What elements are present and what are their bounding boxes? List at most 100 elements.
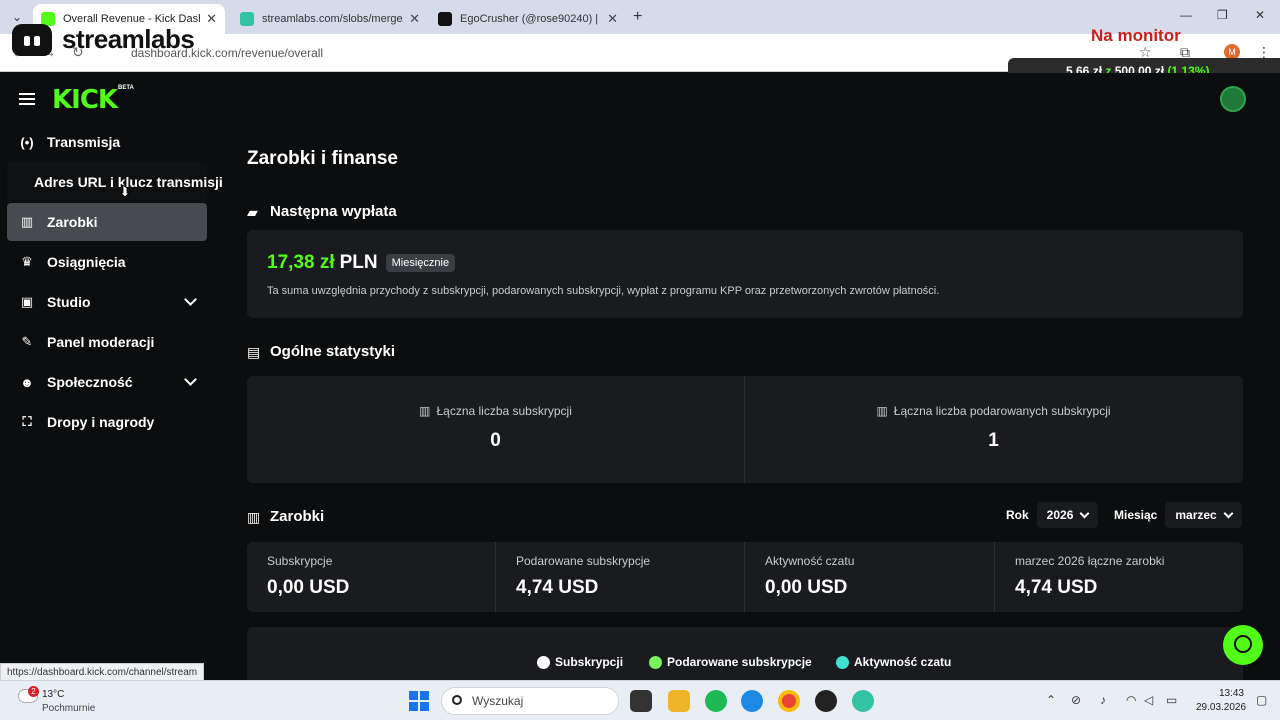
month-label: Miesiąc (1114, 508, 1158, 522)
next-payout-card (247, 230, 1243, 318)
microphone-icon[interactable]: ♪ (1100, 693, 1106, 707)
section-title-text: Następna wypłata (270, 203, 397, 220)
payout-currency: PLN (339, 252, 378, 273)
sidebar-item-label: Studio (47, 294, 91, 310)
chevron-down-icon (1079, 508, 1090, 518)
support-chat-button[interactable] (1223, 625, 1263, 665)
close-window-icon[interactable]: ✕ (1255, 8, 1265, 22)
search-icon (452, 695, 462, 705)
earnings-chat-activity: Aktywność czatu 0,00 USD (745, 542, 993, 612)
chart-icon: ▥ (247, 508, 261, 525)
notification-badge: 2 (28, 686, 39, 697)
studio-icon: ▣ (20, 294, 34, 309)
sidebar-item-label: Osiągnięcia (47, 254, 126, 270)
sidebar-item-panel-moderacji[interactable]: ✎ Panel moderacji (7, 323, 207, 361)
streamlabs-favicon-icon (240, 12, 254, 26)
streamlabs-icon[interactable] (852, 690, 874, 712)
battery-icon[interactable]: ▭ (1166, 693, 1177, 707)
network-off-icon[interactable]: ⊘ (1071, 693, 1081, 707)
tiktok-favicon-icon (438, 12, 452, 26)
sidebar-item-spolecznosc[interactable]: ☻ Społeczność (7, 363, 207, 401)
taskbar-search[interactable]: Wyszukaj (441, 687, 619, 715)
user-avatar[interactable] (1220, 86, 1246, 112)
payout-frequency-badge: Miesięcznie (385, 254, 456, 272)
notifications-icon[interactable]: ▢ (1256, 693, 1267, 707)
show-hidden-icons-icon[interactable]: ⌃ (1046, 693, 1056, 707)
sidebar-item-label: Transmisja (47, 134, 121, 150)
file-explorer-icon[interactable] (668, 690, 690, 712)
legend-item[interactable]: Aktywność czatu (836, 655, 951, 669)
earnings-label: Subskrypcje (267, 554, 333, 568)
sidebar-item-transmisja[interactable]: (•) Transmisja (7, 123, 207, 161)
dashboard-page: KICK BETA (•) Transmisja Adres URL i klu… (0, 73, 1280, 687)
month-value: marzec (1175, 508, 1217, 522)
chevron-down-icon[interactable] (184, 293, 197, 306)
chart-icon: ▥ (20, 214, 34, 229)
trophy-icon: ♛ (21, 254, 33, 269)
section-title-text: Ogólne statystyki (270, 343, 396, 360)
hamburger-menu-icon[interactable] (19, 93, 35, 105)
clock-time: 13:43 (1218, 688, 1244, 699)
stat-label: Łączna liczba subskrypcji (436, 404, 572, 418)
earnings-label: marzec 2026 łączne zarobki (1015, 554, 1165, 568)
new-tab-button[interactable]: + (633, 8, 642, 26)
legend-item[interactable]: Subskrypcji (537, 655, 623, 669)
tab-close-icon[interactable]: ✕ (409, 11, 420, 27)
legend-item[interactable]: Podarowane subskrypcje (649, 655, 812, 669)
wrench-icon: ✎ (21, 334, 33, 349)
tab-close-icon[interactable]: ✕ (607, 11, 618, 27)
stat-total-subs: ▥ Łączna liczba subskrypcji 0 (247, 376, 744, 483)
sidebar-item-zarobki[interactable]: ▥ Zarobki (7, 203, 207, 241)
volume-icon[interactable]: ◁ (1144, 693, 1153, 707)
month-filter: Miesiąc marzec (1114, 502, 1242, 528)
payout-note: Ta suma uwzględnia przychody z subskrypc… (267, 285, 940, 297)
stat-total-gifted-subs: ▥ Łączna liczba podarowanych subskrypcji … (745, 376, 1242, 483)
obs-icon[interactable] (815, 690, 837, 712)
monitor-label: Na monitor (1091, 26, 1181, 45)
earnings-value: 4,74 USD (1015, 577, 1098, 598)
weather-temp[interactable]: 13°C (42, 689, 64, 700)
sidebar-item-label: Panel moderacji (47, 334, 155, 350)
sidebar-item-dropy[interactable]: ⛶ Dropy i nagrody (7, 403, 207, 441)
kick-logo[interactable]: KICK (52, 85, 118, 115)
spotify-icon[interactable] (705, 690, 727, 712)
chevron-down-icon[interactable] (184, 373, 197, 386)
minimize-icon[interactable]: — (1180, 8, 1192, 22)
earnings-label: Podarowane subskrypcje (516, 554, 651, 568)
edge-icon[interactable] (741, 690, 763, 712)
sidebar-subitem-stream-key[interactable]: Adres URL i klucz transmisji (7, 162, 223, 202)
section-title-stats: ▤ Ogólne statystyki (247, 343, 395, 360)
windows-start-icon[interactable] (409, 691, 429, 711)
chevron-down-icon (1223, 508, 1234, 518)
tab-tiktok[interactable]: EgoCrusher (@rose90240) | Tik ✕ (430, 4, 626, 34)
earnings-value: 0,00 USD (267, 577, 350, 598)
stats-icon: ▤ (247, 343, 261, 360)
clock-date: 29.03.2026 (1196, 702, 1247, 713)
tab-streamlabs[interactable]: streamlabs.com/slobs/merge/e ✕ (232, 4, 428, 34)
mouse-cursor-icon (120, 184, 130, 198)
streamlabs-watermark: streamlabs (62, 24, 195, 54)
wallet-icon: ▰ (247, 203, 258, 220)
sidebar-item-label: Zarobki (47, 214, 98, 230)
broadcast-icon: (•) (20, 134, 34, 150)
year-dropdown[interactable]: 2026 (1036, 502, 1099, 528)
month-dropdown[interactable]: marzec (1165, 502, 1242, 528)
beta-badge: BETA (118, 85, 134, 91)
earnings-subs: Subskrypcje 0,00 USD (247, 542, 495, 612)
wifi-icon[interactable]: ◠ (1126, 693, 1136, 707)
tab-close-icon[interactable]: ✕ (206, 11, 217, 27)
chart-icon: ▥ (419, 404, 431, 418)
year-label: Rok (1006, 508, 1029, 522)
maximize-icon[interactable]: ❐ (1217, 8, 1228, 22)
weather-desc[interactable]: Pochmurnie (42, 703, 95, 714)
year-value: 2026 (1046, 508, 1074, 522)
search-placeholder: Wyszukaj (472, 694, 524, 708)
sidebar-item-osiagniecia[interactable]: ♛ Osiągnięcia (7, 243, 207, 281)
chrome-icon[interactable] (778, 690, 800, 712)
task-view-icon[interactable] (630, 690, 652, 712)
system-clock[interactable]: 13:43 29.03.2026 (1196, 688, 1247, 713)
sidebar-item-studio[interactable]: ▣ Studio (7, 283, 207, 321)
section-title-next-payout: ▰ Następna wypłata (247, 203, 397, 220)
legend-dot (836, 655, 849, 669)
streamlabs-logo-icon (12, 24, 52, 56)
